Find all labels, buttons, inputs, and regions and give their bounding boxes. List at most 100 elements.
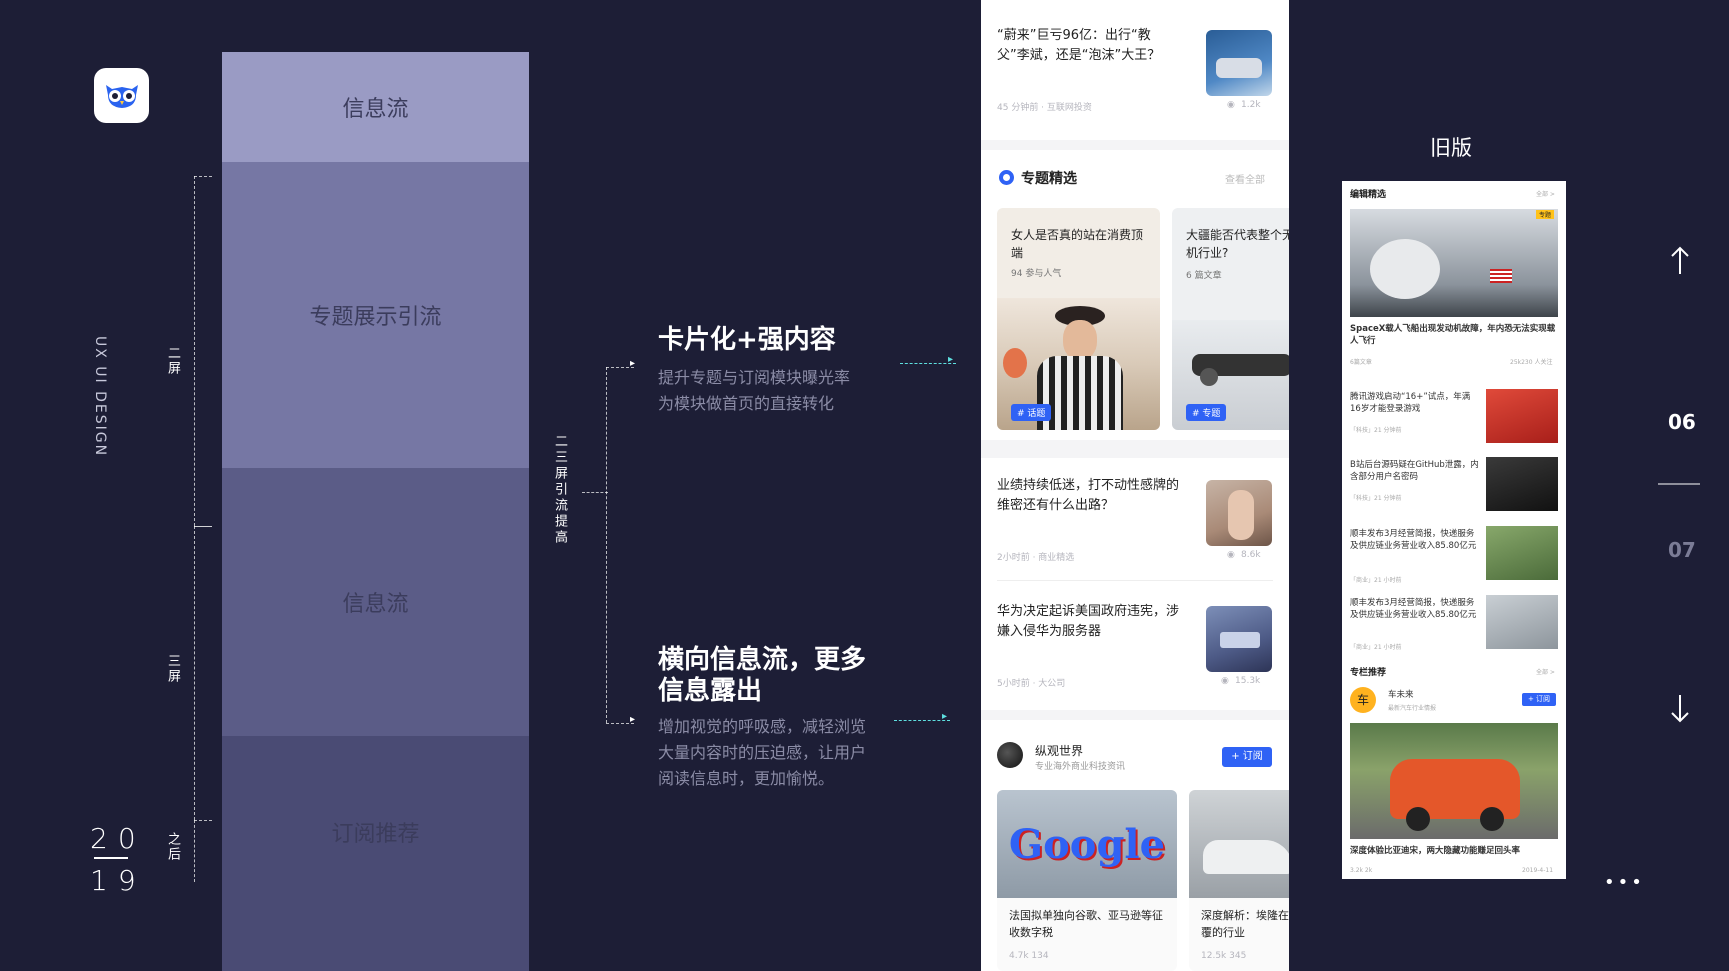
topic-card-1[interactable]: 女人是否真的站在消费顶端 94 参与人气 # 话题 [997, 208, 1160, 430]
bracket-tick-2 [194, 526, 212, 527]
old-item-1-thumb [1486, 389, 1558, 443]
news1-thumb [1206, 30, 1272, 96]
old-item-4-title[interactable]: 顺丰发布3月经营简报，快递服务及供应链业务营业收入85.80亿元 [1350, 597, 1480, 621]
old-item-4-thumb [1486, 595, 1558, 649]
old-section1: 编辑精选 [1350, 190, 1387, 200]
old-item-3-thumb [1486, 526, 1558, 580]
old-item-2-title[interactable]: B站后台源码疑在GitHub泄露，内含部分用户名密码 [1350, 459, 1480, 483]
item2-title-1: 横向信息流，更多 [658, 645, 867, 675]
bracket-line-3 [194, 820, 195, 882]
arrow-down-icon[interactable] [1670, 693, 1690, 723]
topic-card-2[interactable]: 大疆能否代表整个无人机行业? 6 篇文章 # 专题 [1172, 208, 1289, 430]
h-card-2-title: 深度解析：埃隆在颠覆的行业 [1201, 909, 1289, 939]
label-after: 之后 [165, 832, 180, 862]
arrow-right-icon: ▸ [942, 711, 948, 722]
topic-header: 专题精选 [1021, 171, 1077, 187]
owl-icon [105, 84, 138, 108]
old-car-meta-right: 2019-4-11 [1522, 867, 1554, 874]
news1-meta: 45 分钟前 · 互联网投资 [997, 103, 1092, 113]
news1-views: 1.2k [1241, 100, 1261, 110]
old-car-title[interactable]: 深度体验比亚迪宋，两大隐藏功能赚足回头率 [1350, 845, 1558, 857]
old-item-2-thumb [1486, 457, 1558, 511]
page-next[interactable]: 07 [1668, 538, 1696, 562]
news2-title[interactable]: 业绩持续低迷，打不动性感牌的维密还有什么出路？ [997, 476, 1187, 516]
label-second-screen: 二屏 [165, 346, 180, 376]
item2-desc-1: 增加视觉的呼吸感，减轻浏览 [658, 717, 867, 736]
old-section2: 专栏推荐 [1350, 668, 1387, 678]
new-design-phone: “蔚来”巨亏96亿：出行“教父”李斌，还是“泡沫”大王？ 45 分钟前 · 互联… [981, 0, 1289, 971]
google-logo-text: Google [1008, 820, 1166, 868]
old-section2-more[interactable]: 全部 > [1536, 667, 1555, 676]
group-connector [582, 492, 608, 493]
item2-desc-2: 大量内容时的压迫感，让用户 [658, 743, 867, 762]
news1-title[interactable]: “蔚来”巨亏96亿：出行“教父”李斌，还是“泡沫”大王？ [997, 26, 1177, 66]
block-subscribe: 订阅推荐 [222, 736, 529, 971]
item1-desc-2: 为模块做首页的直接转化 [658, 394, 835, 413]
news3-thumb [1206, 606, 1272, 672]
group-label: 二三屏引流提高 [552, 434, 567, 546]
h-card-2[interactable]: 深度解析：埃隆在颠覆的行业 12.5k 345 [1189, 790, 1289, 971]
arrow-right-icon: ▸ [948, 354, 954, 365]
topic-card-2-tag: # 专题 [1186, 404, 1227, 421]
news2-thumb [1206, 480, 1272, 546]
news3-meta: 5小时前 · 大公司 [997, 679, 1066, 689]
news2-views: 8.6k [1241, 550, 1261, 560]
page-divider [1658, 483, 1700, 485]
item1-title: 卡片化+强内容 [658, 325, 836, 355]
old-hero-title[interactable]: SpaceX载人飞船出现发动机故障，年内恐无法实现载人飞行 [1350, 323, 1558, 347]
bracket-tick-3 [194, 820, 212, 821]
topic-more-link[interactable]: 查看全部 [1225, 171, 1265, 186]
old-col-avatar: 车 [1350, 687, 1376, 713]
page-current: 06 [1668, 410, 1696, 434]
item2-desc-3: 阅读信息时，更加愉悦。 [658, 769, 835, 788]
subscribe-button[interactable]: + 订阅 [1222, 747, 1272, 767]
more-dots-icon[interactable]: ••• [1604, 872, 1645, 893]
news3-views: 15.3k [1235, 676, 1261, 686]
block-topic: 专题展示引流 [222, 162, 529, 468]
h-card-1-meta: 4.7k 134 [1009, 951, 1049, 961]
topic-card-2-sub: 6 篇文章 [1186, 271, 1222, 281]
old-item-1-title[interactable]: 腾讯游戏启动“16+”试点，年满16岁才能登录游戏 [1350, 391, 1480, 415]
old-item-3-title[interactable]: 顺丰发布3月经营简报，快递服务及供应链业务营业收入85.80亿元 [1350, 528, 1480, 552]
bracket-line-2 [194, 526, 195, 820]
old-hero-image [1350, 209, 1558, 317]
news-card-1[interactable]: “蔚来”巨亏96亿：出行“教父”李斌，还是“泡沫”大王？ 45 分钟前 · 互联… [981, 0, 1289, 140]
news3-title[interactable]: 华为决定起诉美国政府违宪，涉嫌入侵华为服务器 [997, 602, 1187, 642]
old-version-heading: 旧版 [1430, 136, 1472, 160]
old-item-3-meta: 「商业」21 小时前 [1350, 577, 1402, 584]
owl-logo [94, 68, 149, 123]
arrow-right-icon: ▸ [630, 714, 636, 725]
old-design-phone: 编辑精选 全部 > 专题 SpaceX载人飞船出现发动机故障，年内恐无法实现载人… [1342, 181, 1566, 879]
year-bottom: 19 [90, 864, 146, 897]
group-bracket [606, 367, 607, 723]
h-card-1[interactable]: Google 法国拟单独向谷歌、亚马逊等征收数字税 4.7k 134 [997, 790, 1177, 971]
h-card-1-image: Google [997, 790, 1177, 898]
brand-vertical: UX UI DESIGN [92, 336, 108, 458]
sub-name: 纵观世界 [1035, 744, 1084, 758]
feed-section: 业绩持续低迷，打不动性感牌的维密还有什么出路？ 2小时前 · 商业精选 ◉ 8.… [981, 458, 1289, 710]
h-card-2-image [1189, 790, 1289, 898]
topic-card-2-title: 大疆能否代表整个无人机行业? [1186, 228, 1289, 260]
old-section1-more[interactable]: 全部 > [1536, 189, 1555, 198]
block-feed-1: 信息流 [222, 52, 529, 162]
old-item-4-meta: 「商业」21 小时前 [1350, 644, 1402, 651]
topic-section: 专题精选 查看全部 女人是否真的站在消费顶端 94 参与人气 # 话题 大疆能否… [981, 150, 1289, 440]
old-hero-meta-right: 25k230 人关注 [1510, 359, 1553, 366]
old-subscribe-button[interactable]: + 订阅 [1522, 693, 1556, 706]
bracket-tick-1 [194, 176, 212, 177]
year-divider [94, 857, 128, 859]
eye-icon: ◉ [1221, 676, 1229, 686]
arrow-up-icon[interactable] [1670, 246, 1690, 276]
news2-meta: 2小时前 · 商业精选 [997, 553, 1075, 563]
topic-dot-icon [999, 170, 1014, 185]
h-card-1-title: 法国拟单独向谷歌、亚马逊等征收数字税 [1009, 909, 1163, 939]
old-item-2-meta: 「科技」21 分钟前 [1350, 495, 1402, 502]
old-col-desc: 最新汽车行业情报 [1388, 705, 1437, 712]
topic-card-1-title: 女人是否真的站在消费顶端 [1011, 228, 1144, 260]
item2-title-2: 信息露出 [658, 676, 763, 706]
old-car-meta-left: 3.2k 2k [1350, 867, 1373, 874]
old-col-name: 车未来 [1388, 690, 1414, 700]
arrow-right-icon: ▸ [630, 358, 636, 369]
label-third-screen: 三屏 [165, 654, 180, 684]
sub-desc: 专业海外商业科技资讯 [1035, 762, 1126, 772]
